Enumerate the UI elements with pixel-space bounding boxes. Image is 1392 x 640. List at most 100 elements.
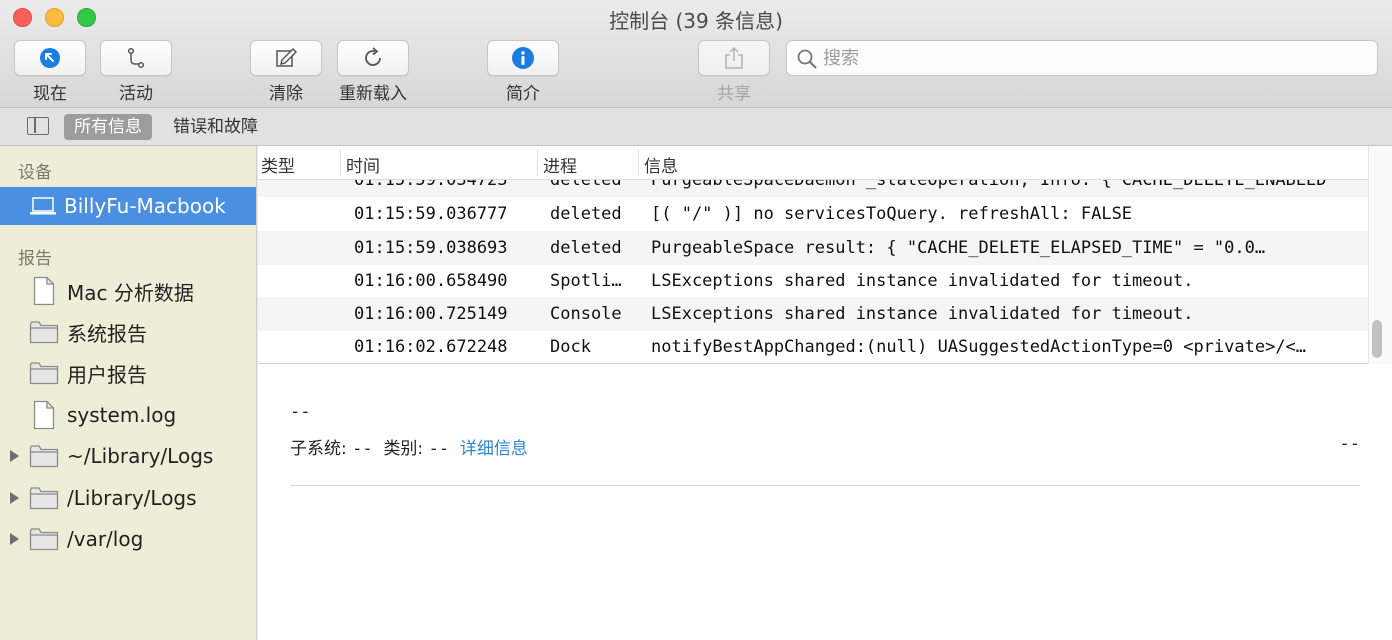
activity-icon bbox=[127, 47, 145, 69]
row-message: notifyBestAppChanged:(null) UASuggestedA… bbox=[651, 337, 1307, 357]
column-divider[interactable] bbox=[340, 150, 341, 176]
row-process: Dock bbox=[550, 337, 591, 357]
sidebar-item-mac-analytics[interactable]: Mac 分析数据 bbox=[0, 272, 256, 310]
sidebar: 设备 BillyFu-Macbook 报告 Mac 分析数据 系统报告 用户报告 bbox=[0, 146, 257, 640]
row-message: PurgeableSpaceDaemon _stateOperation, In… bbox=[651, 180, 1327, 190]
clear-icon bbox=[276, 47, 298, 67]
disclosure-triangle-icon[interactable] bbox=[10, 450, 19, 462]
column-header-process[interactable]: 进程 bbox=[543, 152, 577, 177]
row-process: Console bbox=[550, 304, 622, 324]
filter-all-messages[interactable]: 所有信息 bbox=[64, 114, 152, 140]
row-time: 01:15:59.036777 bbox=[354, 204, 508, 224]
message-detail-pane: -- 子系统: -- 类别: -- 详细信息 -- bbox=[258, 364, 1392, 640]
filter-errors-faults[interactable]: 错误和故障 bbox=[163, 114, 268, 140]
category-label: 类别: bbox=[383, 439, 424, 459]
table-header: 类型 时间 进程 信息 bbox=[258, 146, 1368, 180]
sidebar-item-label: Mac 分析数据 bbox=[67, 280, 194, 305]
share-icon bbox=[725, 46, 743, 69]
info-icon bbox=[512, 47, 534, 69]
reload-icon bbox=[365, 47, 381, 66]
sidebar-item-device[interactable]: BillyFu-Macbook bbox=[0, 187, 256, 225]
log-view: 类型 时间 进程 信息 01:15:59.034723 deleted Purg… bbox=[258, 146, 1392, 640]
sidebar-item-library-logs[interactable]: /Library/Logs bbox=[0, 479, 256, 517]
sidebar-item-label: /var/log bbox=[67, 527, 144, 551]
info-button[interactable]: 简介 bbox=[487, 40, 559, 104]
now-label: 现在 bbox=[33, 84, 67, 104]
folder-icon bbox=[29, 361, 59, 390]
row-message: LSExceptions shared instance invalidated… bbox=[651, 304, 1194, 324]
column-divider[interactable] bbox=[537, 150, 538, 176]
toolbar: 控制台 (39 条信息) 现在 活动 清除 重新载入 简介 共享 搜索 bbox=[0, 0, 1392, 108]
column-header-time[interactable]: 时间 bbox=[346, 152, 380, 177]
reload-label: 重新载入 bbox=[339, 84, 407, 104]
sidebar-item-label: ~/Library/Logs bbox=[67, 444, 214, 468]
folder-icon bbox=[29, 486, 59, 515]
sidebar-item-user-library-logs[interactable]: ~/Library/Logs bbox=[0, 437, 256, 475]
reports-header: 报告 bbox=[18, 249, 52, 269]
window-title: 控制台 (39 条信息) bbox=[609, 9, 783, 33]
table-row[interactable]: 01:15:59.034723 deleted PurgeableSpaceDa… bbox=[258, 180, 1368, 197]
disclosure-triangle-icon[interactable] bbox=[10, 533, 19, 545]
share-label: 共享 bbox=[717, 84, 751, 104]
info-label: 简介 bbox=[506, 84, 540, 104]
folder-icon bbox=[29, 320, 59, 349]
table-row[interactable]: 01:16:02.672248 Dock notifyBestAppChange… bbox=[258, 330, 1368, 363]
sidebar-item-label: system.log bbox=[67, 403, 177, 427]
console-window: 控制台 (39 条信息) 现在 活动 清除 重新载入 简介 共享 搜索 所有信息… bbox=[0, 0, 1392, 640]
row-process: deleted bbox=[550, 180, 622, 190]
row-time: 01:15:59.034723 bbox=[354, 180, 508, 190]
sidebar-item-label: 用户报告 bbox=[67, 362, 147, 387]
laptop-icon bbox=[29, 197, 57, 222]
table-row[interactable]: 01:15:59.036777 deleted [( "/" )] no ser… bbox=[258, 197, 1368, 231]
activity-button[interactable]: 活动 bbox=[100, 40, 172, 104]
devices-header: 设备 bbox=[18, 163, 52, 183]
sidebar-item-system-reports[interactable]: 系统报告 bbox=[0, 313, 256, 351]
clear-button[interactable]: 清除 bbox=[250, 40, 322, 104]
share-button[interactable]: 共享 bbox=[698, 40, 770, 104]
column-divider[interactable] bbox=[638, 150, 639, 176]
row-time: 01:16:02.672248 bbox=[354, 337, 508, 357]
folder-icon bbox=[29, 444, 59, 473]
column-header-type[interactable]: 类型 bbox=[261, 152, 295, 177]
scrollbar-thumb[interactable] bbox=[1372, 320, 1382, 358]
clear-label: 清除 bbox=[269, 84, 303, 104]
row-time: 01:16:00.658490 bbox=[354, 271, 508, 291]
search-field[interactable] bbox=[786, 40, 1378, 76]
table-row[interactable]: 01:15:59.038693 deleted PurgeableSpace r… bbox=[258, 231, 1368, 265]
filter-bar: 所有信息 错误和故障 bbox=[0, 108, 1392, 146]
sidebar-item-label: /Library/Logs bbox=[67, 486, 197, 510]
table-row[interactable]: 01:16:00.658490 Spotli… LSExceptions sha… bbox=[258, 264, 1368, 298]
sidebar-item-var-log[interactable]: /var/log bbox=[0, 520, 256, 558]
sidebar-item-system-log[interactable]: system.log bbox=[0, 396, 256, 434]
row-message: [( "/" )] no servicesToQuery. refreshAll… bbox=[651, 204, 1133, 224]
row-time: 01:15:59.038693 bbox=[354, 238, 508, 258]
subsystem-label: 子系统: bbox=[290, 439, 347, 459]
detail-meta: 子系统: -- 类别: -- 详细信息 bbox=[290, 434, 528, 459]
subsystem-value: -- bbox=[352, 439, 373, 459]
document-icon bbox=[33, 400, 55, 435]
divider bbox=[290, 485, 1360, 486]
table-row[interactable]: 01:16:00.725149 Console LSExceptions sha… bbox=[258, 297, 1368, 331]
row-process: Spotli… bbox=[550, 271, 622, 291]
now-button[interactable]: 现在 bbox=[14, 40, 86, 104]
log-table-body: 01:15:59.034723 deleted PurgeableSpaceDa… bbox=[258, 180, 1368, 364]
search-input[interactable] bbox=[823, 45, 1363, 71]
folder-icon bbox=[29, 527, 59, 556]
document-icon bbox=[33, 276, 55, 311]
row-process: deleted bbox=[550, 204, 622, 224]
row-process: deleted bbox=[550, 238, 622, 258]
sidebar-item-label: 系统报告 bbox=[67, 321, 147, 346]
category-value: -- bbox=[428, 439, 450, 459]
activity-label: 活动 bbox=[119, 84, 153, 104]
reload-button[interactable]: 重新载入 bbox=[337, 40, 409, 104]
sidebar-item-user-reports[interactable]: 用户报告 bbox=[0, 354, 256, 392]
row-message: PurgeableSpace result: { "CACHE_DELETE_E… bbox=[651, 238, 1266, 258]
column-header-message[interactable]: 信息 bbox=[644, 152, 678, 177]
sidebar-toggle-icon[interactable] bbox=[27, 117, 49, 135]
detail-title: -- bbox=[290, 402, 311, 422]
details-link[interactable]: 详细信息 bbox=[460, 439, 528, 459]
row-message: LSExceptions shared instance invalidated… bbox=[651, 271, 1194, 291]
now-icon bbox=[40, 48, 60, 68]
disclosure-triangle-icon[interactable] bbox=[10, 492, 19, 504]
row-time: 01:16:00.725149 bbox=[354, 304, 508, 324]
